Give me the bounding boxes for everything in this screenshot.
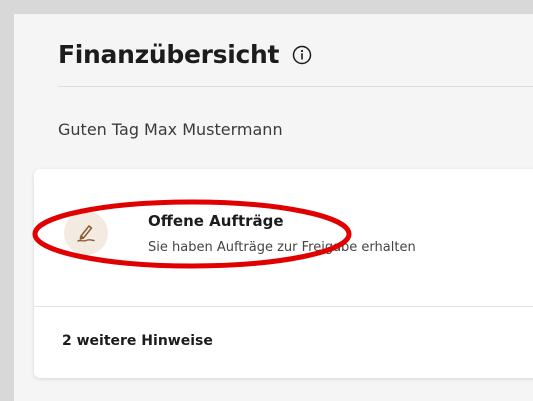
page-title: Finanzübersicht — [58, 40, 280, 69]
signature-icon — [64, 211, 108, 255]
open-orders-title: Offene Aufträge — [148, 212, 284, 230]
header-divider — [58, 86, 533, 87]
greeting-text: Guten Tag Max Mustermann — [58, 120, 283, 139]
title-row: Finanzübersicht — [58, 40, 313, 69]
card-divider — [34, 306, 533, 307]
more-hints-link[interactable]: 2 weitere Hinweise — [62, 333, 213, 349]
info-icon[interactable] — [291, 44, 313, 66]
open-orders-item[interactable]: Offene Aufträge Sie haben Aufträge zur F… — [34, 169, 533, 306]
open-orders-subtitle: Sie haben Aufträge zur Freigabe erhalten — [148, 240, 416, 255]
hints-card: Offene Aufträge Sie haben Aufträge zur F… — [34, 169, 533, 378]
app-frame: Finanzübersicht Guten Tag Max Mustermann… — [14, 14, 533, 401]
